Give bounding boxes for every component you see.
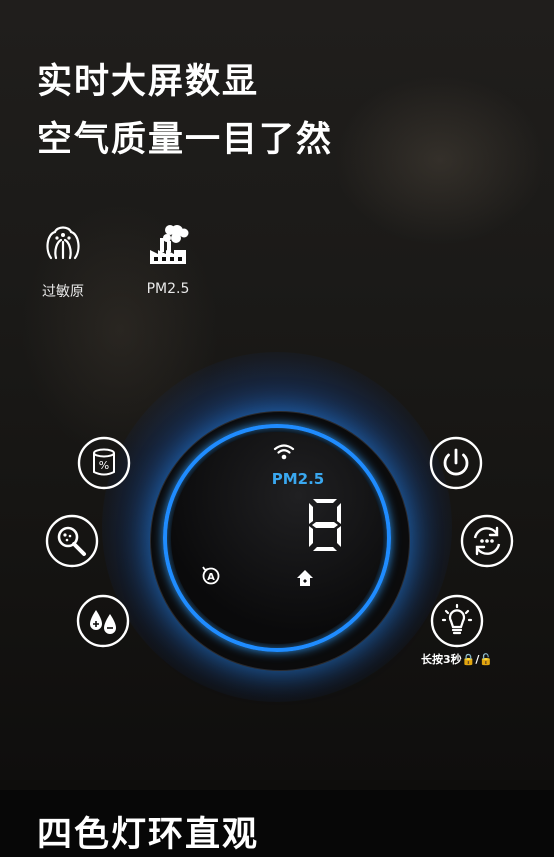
svg-text:A: A bbox=[207, 572, 215, 583]
feature-label-allergen: 过敏原 bbox=[42, 284, 84, 300]
filter-button[interactable]: % bbox=[77, 436, 131, 490]
headline-line-2: 空气质量一目了然 bbox=[37, 120, 334, 160]
headline-line-3: 四色灯环直观 bbox=[37, 815, 260, 855]
svg-text:%: % bbox=[99, 459, 109, 472]
power-icon bbox=[443, 448, 469, 476]
display-mode-label: PM2.5 bbox=[271, 470, 325, 488]
lock-hint: 长按3秒🔒/🔓 bbox=[421, 653, 494, 666]
factory-smoke-icon bbox=[150, 225, 189, 264]
wifi-icon bbox=[273, 444, 295, 460]
light-bulb-icon bbox=[441, 603, 473, 635]
humidity-icon bbox=[90, 610, 116, 634]
filter-icon: % bbox=[93, 448, 115, 476]
home-icon bbox=[297, 570, 313, 586]
pm-reading-digit: 8 bbox=[309, 499, 341, 551]
feature-pm25: PM2.5 bbox=[138, 222, 198, 297]
auto-mode-icon: A bbox=[202, 566, 220, 585]
search-icon bbox=[57, 526, 86, 556]
feature-allergen: 过敏原 bbox=[35, 222, 91, 301]
search-button[interactable] bbox=[45, 514, 99, 568]
allergen-icon bbox=[46, 226, 80, 260]
light-button[interactable] bbox=[430, 594, 484, 648]
humidity-button[interactable] bbox=[76, 594, 130, 648]
power-button[interactable] bbox=[429, 436, 483, 490]
display-face bbox=[171, 432, 383, 644]
cycle-button[interactable] bbox=[460, 514, 514, 568]
feature-label-pm25: PM2.5 bbox=[146, 281, 190, 297]
headline-line-1: 实时大屏数显 bbox=[37, 62, 260, 102]
